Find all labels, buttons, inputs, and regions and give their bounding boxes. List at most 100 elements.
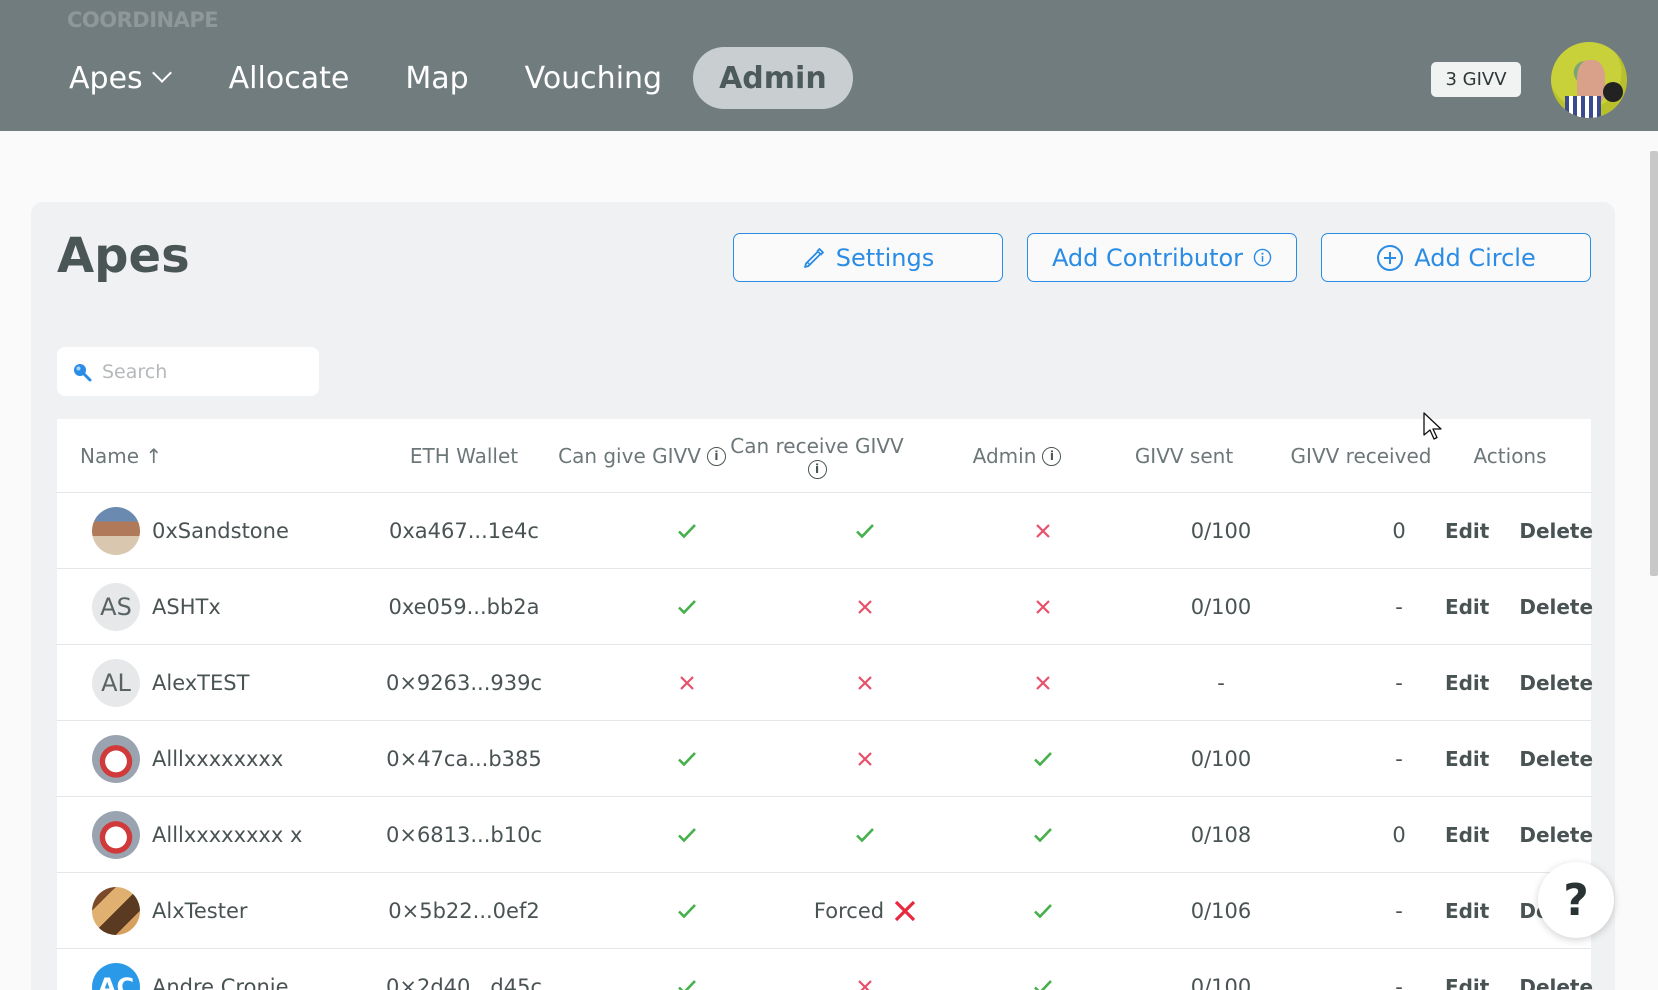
settings-button[interactable]: Settings xyxy=(733,233,1003,282)
cross-icon xyxy=(858,676,872,690)
givv-sent: - xyxy=(1217,671,1225,695)
member-avatar xyxy=(92,887,140,935)
check-icon xyxy=(856,828,874,843)
check-icon xyxy=(678,524,696,539)
delete-button[interactable]: Delete xyxy=(1519,519,1593,543)
edit-button[interactable]: Edit xyxy=(1445,975,1489,990)
nav-allocate[interactable]: Allocate xyxy=(210,47,369,109)
column-header-can-receive[interactable]: Can receive GIVV i xyxy=(717,419,917,493)
edit-button[interactable]: Edit xyxy=(1445,671,1489,695)
wallet-address: 0xa467...1e4c xyxy=(389,519,539,543)
edit-button[interactable]: Edit xyxy=(1445,823,1489,847)
table-row: Alllxxxxxxxx 0×47ca...b385 0/100 - Edit D… xyxy=(57,721,1593,797)
can-give-status xyxy=(587,569,787,645)
search-icon xyxy=(74,363,92,381)
row-actions: Edit Delete xyxy=(1445,569,1593,645)
member-name-cell: 0xSandstone xyxy=(92,493,289,569)
cross-icon xyxy=(1036,676,1050,690)
wallet-address: 0×47ca...b385 xyxy=(386,747,542,771)
nav-admin[interactable]: Admin xyxy=(693,47,853,109)
row-actions: Edit Delete xyxy=(1445,645,1593,721)
member-avatar: AC xyxy=(92,963,140,990)
table-row: AL AlexTEST 0×9263...939c - - Edit Delete xyxy=(57,645,1593,721)
mouse-cursor-icon xyxy=(1423,412,1442,440)
info-icon[interactable]: i xyxy=(807,459,827,479)
member-name: 0xSandstone xyxy=(152,519,289,543)
member-name: Alllxxxxxxxx x xyxy=(152,823,303,847)
add-contributor-button-label: Add Contributor xyxy=(1051,243,1244,272)
user-avatar[interactable] xyxy=(1551,42,1627,118)
add-circle-button-label: Add Circle xyxy=(1414,243,1536,272)
main-nav: Apes Allocate Map Vouching Admin xyxy=(50,47,853,109)
givv-sent: 0/100 xyxy=(1190,595,1252,619)
member-avatar xyxy=(92,507,140,555)
can-give-status xyxy=(587,949,787,990)
can-give-status xyxy=(587,645,787,721)
member-name-cell: Alllxxxxxxxx x xyxy=(92,797,302,873)
nav-vouching[interactable]: Vouching xyxy=(506,47,681,109)
table-row: 0xSandstone 0xa467...1e4c 0/100 0 Edit De… xyxy=(57,493,1593,569)
column-header-can-give[interactable]: Can give GIVV i xyxy=(537,419,747,493)
edit-button[interactable]: Edit xyxy=(1445,595,1489,619)
givv-sent: 0/106 xyxy=(1190,899,1252,923)
nav-map[interactable]: Map xyxy=(386,47,487,109)
column-header-can-give-label: Can give GIVV xyxy=(558,444,701,468)
nav-apes-dropdown[interactable]: Apes xyxy=(50,47,188,109)
member-avatar: AL xyxy=(92,659,140,707)
column-header-actions: Actions xyxy=(1473,444,1547,468)
can-receive-status: Forced xyxy=(765,873,965,949)
row-actions: Edit Delete xyxy=(1445,493,1593,569)
check-icon xyxy=(1034,904,1052,919)
nav-apes-label: Apes xyxy=(69,60,143,96)
add-circle-button[interactable]: Add Circle xyxy=(1321,233,1591,282)
member-name: Andre Cronje xyxy=(152,975,289,990)
search-box[interactable] xyxy=(57,347,319,396)
delete-button[interactable]: Delete xyxy=(1519,595,1593,619)
edit-button[interactable]: Edit xyxy=(1445,747,1489,771)
add-contributor-button[interactable]: Add Contributor xyxy=(1027,233,1297,282)
givv-sent: 0/100 xyxy=(1190,975,1252,990)
members-table: Name ↑ ETH Wallet Can give GIVV i Can rec… xyxy=(57,419,1593,990)
check-icon xyxy=(678,752,696,767)
can-give-status xyxy=(587,493,787,569)
check-icon xyxy=(678,828,696,843)
can-receive-status xyxy=(765,645,965,721)
column-header-eth-wallet[interactable]: ETH Wallet xyxy=(367,419,561,493)
check-icon xyxy=(678,600,696,615)
delete-button[interactable]: Delete xyxy=(1519,747,1593,771)
member-name-cell: AS ASHTx xyxy=(92,569,221,645)
can-receive-status xyxy=(765,569,965,645)
table-header: Name ↑ ETH Wallet Can give GIVV i Can rec… xyxy=(57,419,1591,493)
can-give-status xyxy=(587,721,787,797)
table-row: Alllxxxxxxxx x 0×6813...b10c 0/108 0 Edi… xyxy=(57,797,1593,873)
info-icon xyxy=(1253,248,1272,267)
admin-status xyxy=(943,797,1143,873)
column-header-admin-label: Admin xyxy=(972,444,1037,468)
help-button[interactable]: ? xyxy=(1538,862,1614,938)
delete-button[interactable]: Delete xyxy=(1519,975,1593,990)
admin-status xyxy=(943,645,1143,721)
column-header-givv-sent[interactable]: GIVV sent xyxy=(1084,419,1284,493)
info-icon[interactable]: i xyxy=(1042,446,1062,466)
member-name: AlexTEST xyxy=(152,671,250,695)
delete-button[interactable]: Delete xyxy=(1519,671,1593,695)
page-title: Apes xyxy=(57,228,190,284)
cross-icon xyxy=(858,980,872,990)
edit-button[interactable]: Edit xyxy=(1445,899,1489,923)
member-avatar xyxy=(92,811,140,859)
row-actions: Edit Delete xyxy=(1445,949,1593,990)
cross-icon xyxy=(858,752,872,766)
column-header-name[interactable]: Name ↑ xyxy=(80,419,280,493)
cross-icon xyxy=(858,600,872,614)
avatar-shirt xyxy=(1565,96,1601,118)
delete-button[interactable]: Delete xyxy=(1519,823,1593,847)
cross-icon xyxy=(1036,524,1050,538)
table-row: AlxTester 0×5b22...0ef2 Forced 0/106 - E… xyxy=(57,873,1593,949)
member-name-cell: AL AlexTEST xyxy=(92,645,249,721)
givv-balance-badge[interactable]: 3 GIVV xyxy=(1431,62,1521,97)
member-name: ASHTx xyxy=(152,595,221,619)
edit-button[interactable]: Edit xyxy=(1445,519,1489,543)
search-input[interactable] xyxy=(102,360,292,383)
page-scrollbar[interactable] xyxy=(1650,151,1658,576)
cross-icon xyxy=(680,676,694,690)
